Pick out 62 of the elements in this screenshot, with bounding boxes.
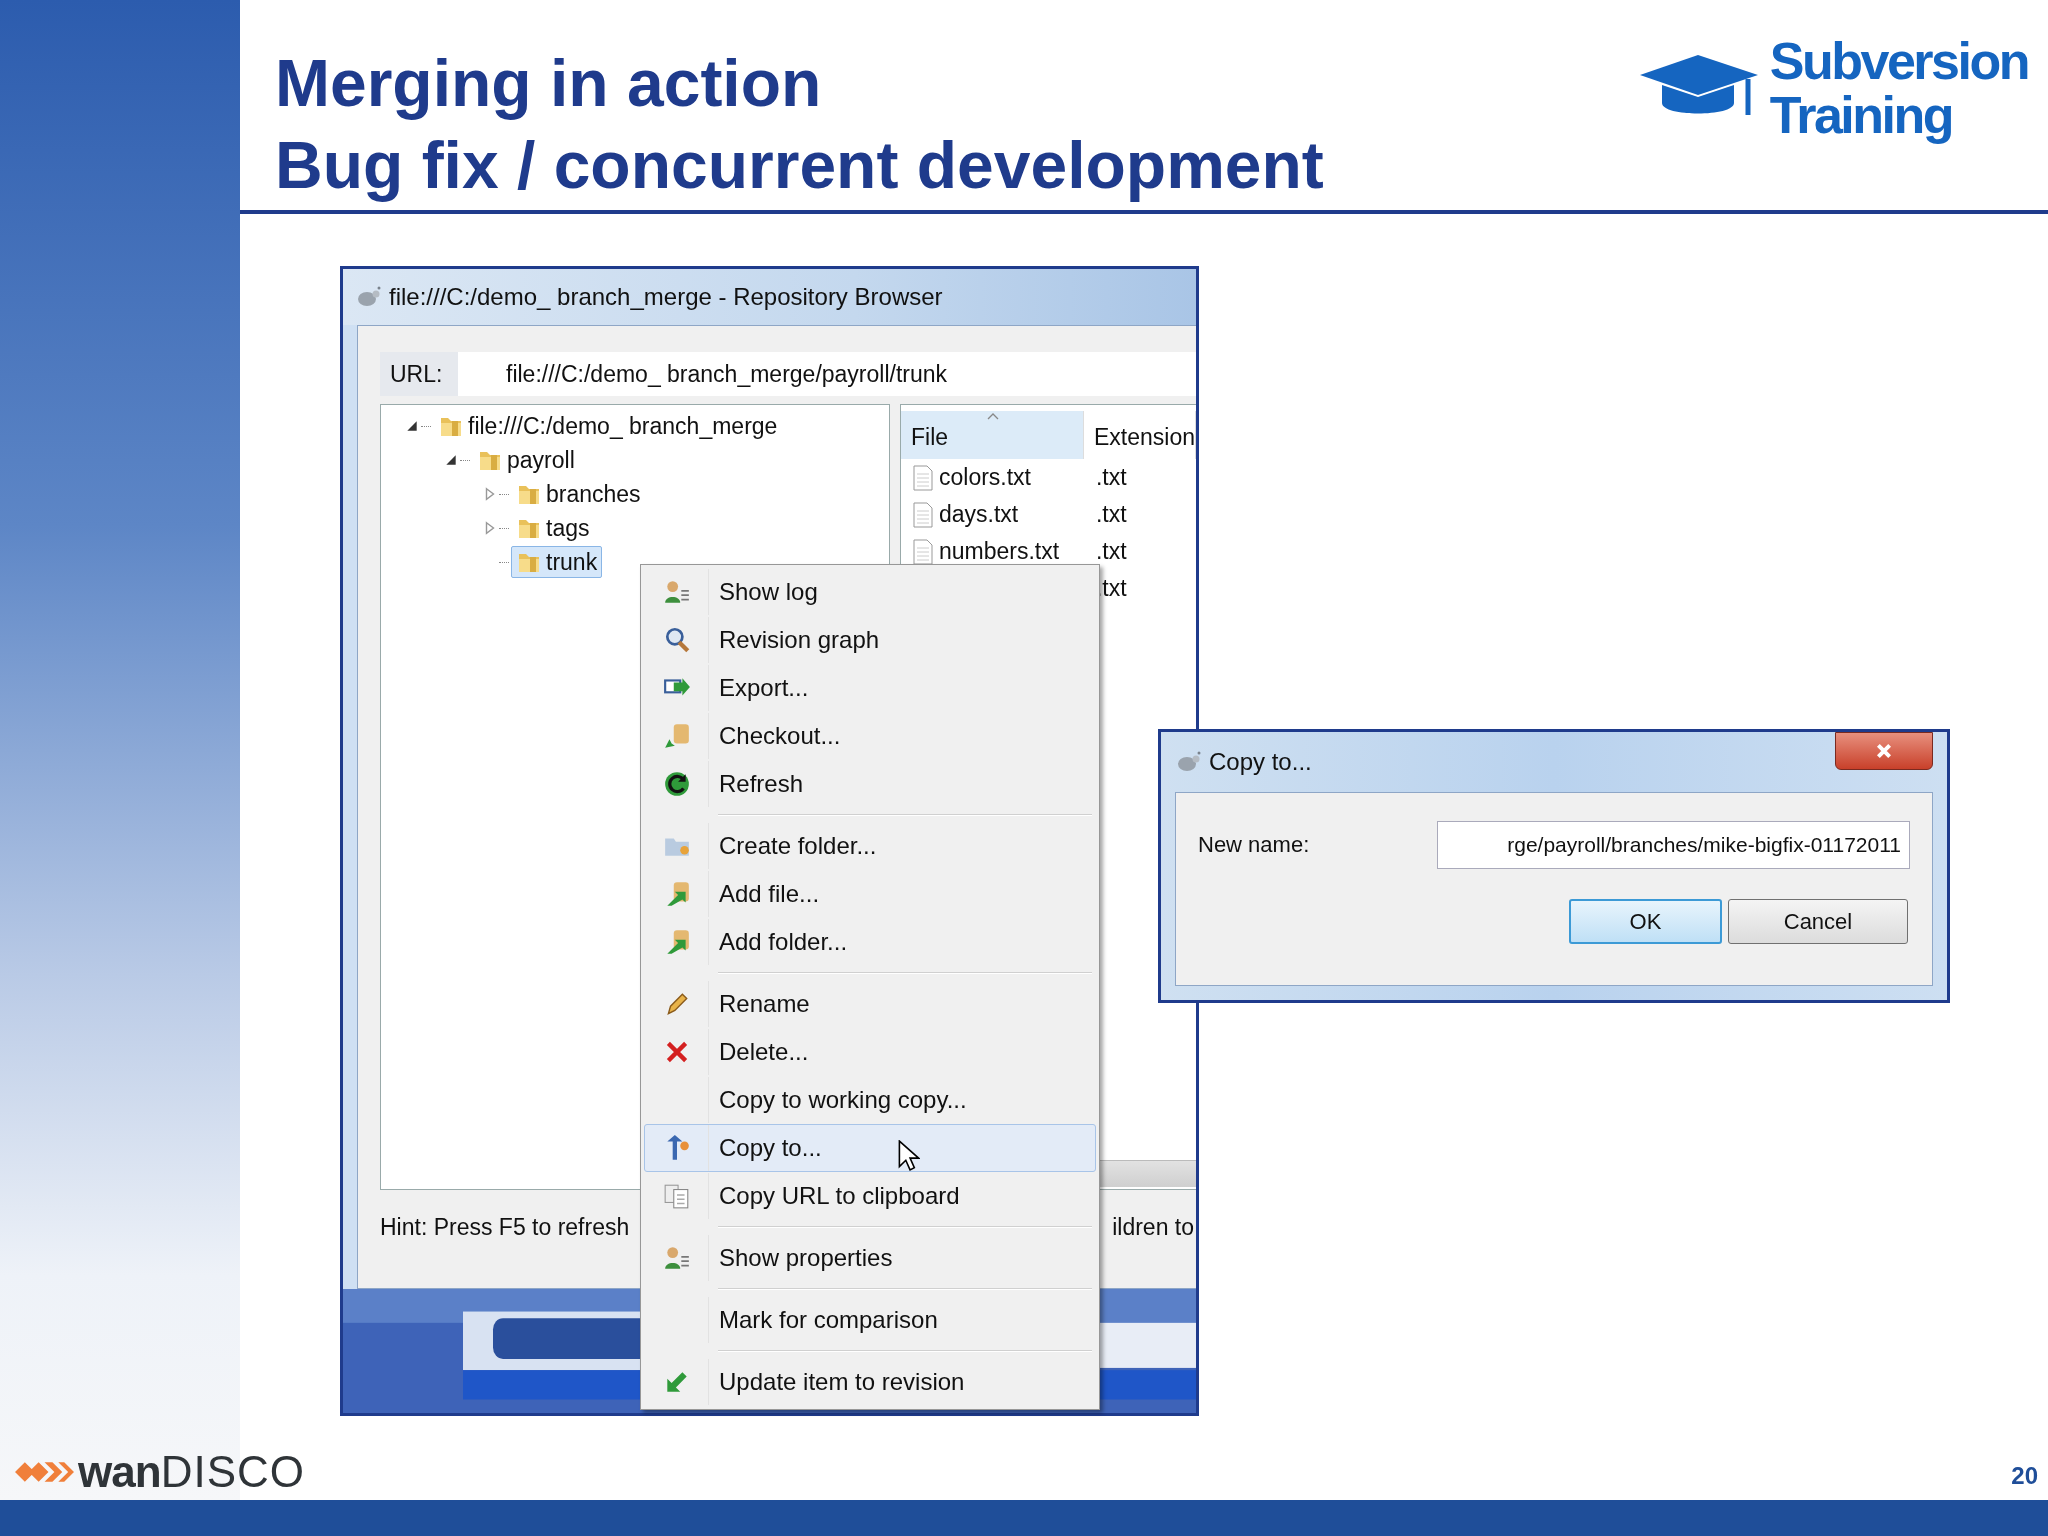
menu-item[interactable]: Update item to revision <box>644 1358 1096 1406</box>
tree-item[interactable]: tags <box>511 512 595 544</box>
file-extension: .txt <box>1095 538 1128 565</box>
menu-item[interactable]: Create folder... <box>644 822 1096 870</box>
company-name: wanDISCO <box>78 1450 305 1494</box>
menu-item[interactable]: Add file... <box>644 870 1096 918</box>
file-extension: .txt <box>1095 575 1128 602</box>
file-name[interactable]: colors.txt <box>939 464 1031 491</box>
slide-title: Bug fix / concurrent development <box>275 127 1324 204</box>
menu-item[interactable]: Rename <box>644 980 1096 1028</box>
page-number: 20 <box>2011 1462 2038 1490</box>
hint-text: ildren to <box>1112 1214 1195 1241</box>
menu-item[interactable]: Add folder... <box>644 918 1096 966</box>
menu-item[interactable]: Export... <box>644 664 1096 712</box>
close-icon <box>1875 742 1893 760</box>
person-list-icon <box>662 1244 691 1272</box>
url-field[interactable]: file:///C:/demo_ branch_merge/payroll/trunk <box>458 352 1196 396</box>
column-header[interactable]: File <box>901 411 1084 459</box>
menu-item[interactable]: Revision graph <box>644 616 1096 664</box>
menu-item[interactable]: Refresh <box>644 760 1096 808</box>
menu-item[interactable]: Checkout... <box>644 712 1096 760</box>
dialog-button[interactable]: OK <box>1569 899 1722 944</box>
window-title: file:///C:/demo_ branch_merge - Repository Browser <box>389 283 943 311</box>
collapse-arrow-icon[interactable] <box>444 453 458 467</box>
file-extension: .txt <box>1095 464 1128 491</box>
field-label: New name: <box>1198 832 1310 858</box>
hint-text: Hint: Press F5 to refresh <box>380 1214 630 1241</box>
menu-item[interactable]: Show log <box>644 568 1096 616</box>
url-label: URL: <box>380 352 458 396</box>
menu-item[interactable]: Copy URL to clipboard <box>644 1172 1096 1220</box>
file-extension: .txt <box>1095 501 1128 528</box>
mouse-cursor-icon <box>898 1140 920 1172</box>
tree-item[interactable]: trunk <box>511 546 603 578</box>
document-icon <box>913 501 933 528</box>
refresh-icon <box>662 770 691 798</box>
logo-text: Training <box>1769 87 1954 142</box>
tree-item[interactable]: branches <box>511 478 646 510</box>
expand-arrow-icon[interactable] <box>483 521 497 535</box>
file-name[interactable]: days.txt <box>939 501 1019 528</box>
menu-item[interactable]: Mark for comparison <box>644 1296 1096 1344</box>
collapse-arrow-icon[interactable] <box>405 419 419 433</box>
documents-icon <box>662 1182 691 1210</box>
person-list-icon <box>662 578 691 606</box>
logo-text: Subversion <box>1769 33 2028 88</box>
menu-item[interactable]: Copy to working copy... <box>644 1076 1096 1124</box>
tree-item[interactable]: file:///C:/demo_ branch_merge <box>433 410 783 442</box>
document-icon <box>913 464 933 491</box>
tree-item[interactable]: payroll <box>472 444 580 476</box>
new-name-field[interactable]: rge/payroll/branches/mike-bigfix-01172011 <box>1437 821 1910 869</box>
dialog-button[interactable]: Cancel <box>1728 899 1908 944</box>
menu-item[interactable]: Delete... <box>644 1028 1096 1076</box>
file-name[interactable]: numbers.txt <box>939 538 1060 565</box>
menu-item[interactable]: Show properties <box>644 1234 1096 1282</box>
dialog-title: Copy to... <box>1209 748 1312 776</box>
turtle-icon <box>1175 750 1201 774</box>
folder-arrow-icon <box>662 722 691 750</box>
expand-arrow-icon[interactable] <box>483 487 497 501</box>
close-button[interactable] <box>1835 732 1933 770</box>
column-header[interactable]: Extension <box>1084 411 1196 459</box>
slide-title: Merging in action <box>275 45 823 122</box>
turtle-icon <box>355 285 381 309</box>
menu-item[interactable]: Copy to... <box>644 1124 1096 1172</box>
